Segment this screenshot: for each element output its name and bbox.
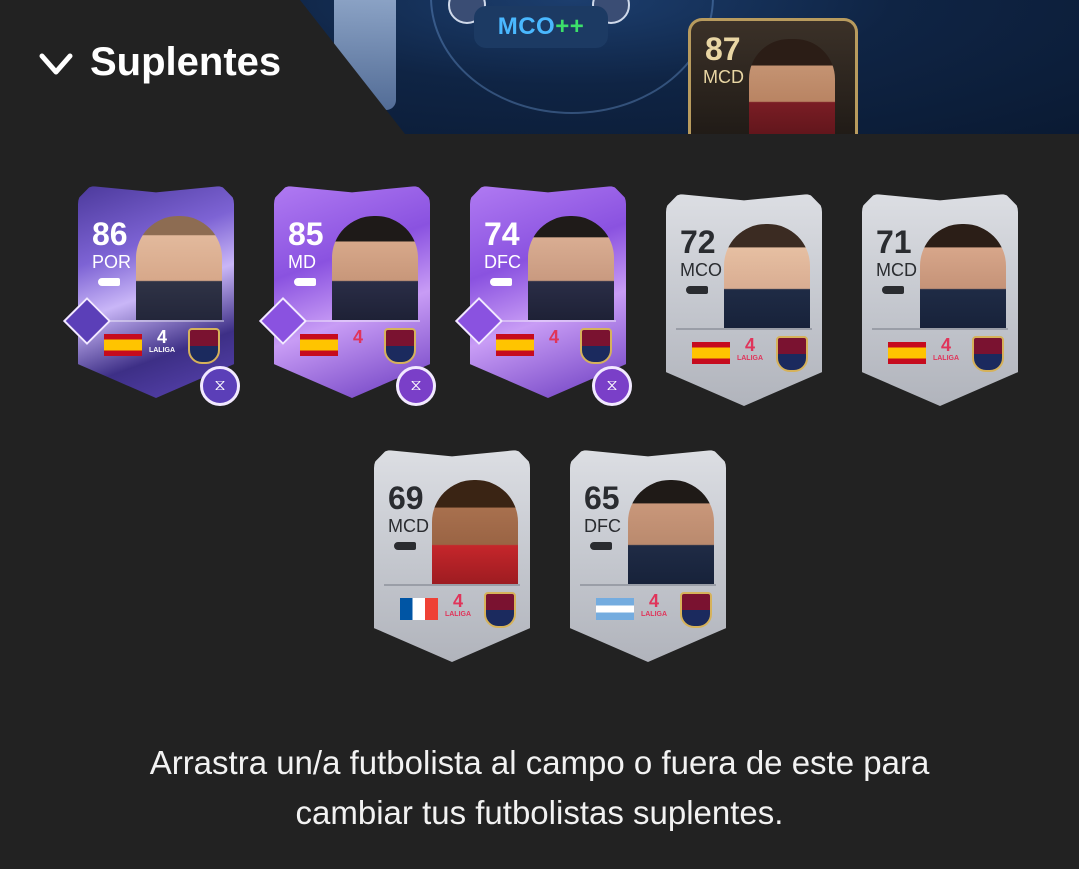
flag-spain-icon (104, 334, 142, 356)
card-rating: 65 (584, 480, 620, 516)
card-position: MD (288, 252, 316, 272)
levante-crest-icon (580, 328, 612, 364)
dna-icon[interactable]: ⧖ (200, 366, 240, 406)
levante-crest-icon (776, 336, 808, 372)
levante-crest-icon (972, 336, 1004, 372)
player-photo (432, 480, 518, 584)
card-rating: 86 (92, 216, 128, 252)
flag-spain-icon (496, 334, 534, 356)
card-rating: 74 (484, 216, 520, 252)
card-position: POR (92, 252, 132, 272)
boot-icon (98, 278, 120, 286)
flag-spain-icon (300, 334, 338, 356)
player-photo (920, 224, 1006, 328)
levante-crest-icon (484, 592, 516, 628)
hint-line-1: Arrastra un/a futbolista al campo o fuer… (149, 744, 930, 781)
boot-icon (882, 286, 904, 294)
levante-crest-icon (188, 328, 220, 364)
boot-icon (490, 278, 512, 286)
flag-argentina-icon (596, 598, 634, 620)
bench-card[interactable]: 71 MCD 4 LALIGA (862, 194, 1018, 406)
bench-card[interactable]: 69 MCD 4 LALIGA (374, 450, 530, 662)
boot-icon (294, 278, 316, 286)
laliga-icon: 4 LALIGA (932, 335, 960, 362)
card-rating: 71 (876, 224, 912, 260)
card-divider (580, 584, 716, 586)
card-rating: 85 (288, 216, 324, 252)
card-position: MCD (388, 516, 429, 536)
bench-card[interactable]: 86 POR 4 LALIGA ⧖ (62, 186, 240, 406)
flag-spain-icon (888, 342, 926, 364)
card-rating: 87 (705, 31, 741, 67)
levante-crest-icon (680, 592, 712, 628)
laliga-icon: 4 LALIGA (736, 335, 764, 362)
player-photo (724, 224, 810, 328)
chevron-down-icon[interactable] (38, 50, 74, 80)
player-photo (136, 216, 222, 320)
card-position: MCD (876, 260, 917, 280)
levante-crest-icon (384, 328, 416, 364)
pitch-strip: MCO ++ 87 MCD (300, 0, 1079, 134)
card-position: MCD (703, 67, 744, 87)
card-divider (384, 584, 520, 586)
laliga-icon: 4 LALIGA (640, 591, 668, 618)
hint-line-2: cambiar tus futbolistas suplentes. (295, 794, 784, 831)
card-rating: 69 (388, 480, 424, 516)
boot-icon (590, 542, 612, 550)
bench-hint: Arrastra un/a futbolista al campo o fuer… (0, 738, 1079, 838)
player-photo (332, 216, 418, 320)
card-position: DFC (484, 252, 521, 272)
bench-card[interactable]: 74 DFC 4 ⧖ (454, 186, 632, 406)
flag-france-icon (400, 598, 438, 620)
card-divider (872, 328, 1008, 330)
position-code: MCO (497, 13, 556, 40)
laliga-icon: 4 (548, 327, 559, 347)
position-plus: ++ (555, 13, 585, 40)
player-photo (749, 39, 835, 134)
position-pill: MCO ++ (474, 6, 608, 48)
laliga-icon: 4 LALIGA (148, 327, 176, 354)
card-divider (676, 328, 812, 330)
laliga-icon: 4 (352, 327, 363, 347)
bench-card[interactable]: 85 MD 4 ⧖ (258, 186, 436, 406)
section-title: Suplentes (90, 40, 282, 84)
card-rating: 72 (680, 224, 716, 260)
boot-icon (394, 542, 416, 550)
bench-card[interactable]: 65 DFC 4 LALIGA (570, 450, 726, 662)
dna-icon[interactable]: ⧖ (396, 366, 436, 406)
bench-card[interactable]: 72 MCO 4 LALIGA (666, 194, 822, 406)
player-photo (528, 216, 614, 320)
card-position: DFC (584, 516, 621, 536)
boot-icon (686, 286, 708, 294)
laliga-icon: 4 LALIGA (444, 591, 472, 618)
pitch-player-card[interactable]: 87 MCD (688, 18, 858, 134)
dna-icon[interactable]: ⧖ (592, 366, 632, 406)
flag-spain-icon (692, 342, 730, 364)
player-photo (628, 480, 714, 584)
card-position: MCO (680, 260, 722, 280)
